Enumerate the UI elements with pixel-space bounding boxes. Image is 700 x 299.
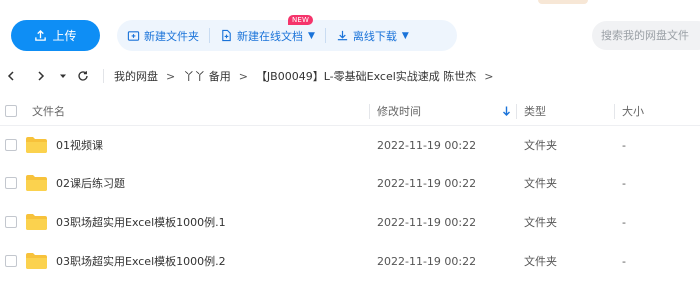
file-size: - [622, 138, 626, 152]
back-icon[interactable] [4, 66, 18, 86]
column-divider [614, 104, 615, 119]
file-type: 文件夹 [524, 255, 557, 268]
breadcrumb: 我的网盘 > 丫丫 备用 > 【JB00049】L-零基础Excel实战速成 陈… [114, 62, 501, 90]
new-doc-icon [222, 29, 231, 42]
table-row[interactable]: 03职场超实用Excel模板1000例.1 2022-11-19 00:22 文… [0, 203, 700, 241]
file-name[interactable]: 02课后练习题 [56, 164, 125, 202]
file-size: - [622, 254, 626, 268]
file-size: - [622, 215, 626, 229]
upload-button[interactable]: 上传 [11, 20, 100, 51]
file-mtime: 2022-11-19 00:22 [377, 254, 477, 268]
file-size: - [622, 176, 626, 190]
folder-icon [26, 137, 47, 153]
file-type: 文件夹 [524, 216, 557, 229]
chevron-down-icon: ▼ [401, 30, 409, 41]
new-online-doc-label: 新建在线文档 [237, 29, 303, 43]
forward-icon[interactable] [34, 66, 48, 86]
offline-download-icon [337, 30, 348, 41]
new-folder-button[interactable]: 新建文件夹 [117, 20, 209, 51]
table-row[interactable]: 03职场超实用Excel模板1000例.2 2022-11-19 00:22 文… [0, 242, 700, 280]
column-header-size[interactable]: 大小 [622, 96, 644, 126]
folder-icon [26, 214, 47, 230]
breadcrumb-divider [103, 69, 104, 83]
select-all-checkbox[interactable] [5, 105, 17, 117]
breadcrumb-separator: > [238, 69, 248, 83]
column-divider [516, 104, 517, 119]
file-mtime: 2022-11-19 00:22 [377, 138, 477, 152]
upload-label: 上传 [52, 29, 77, 43]
column-header-name[interactable]: 文件名 [32, 96, 65, 126]
breadcrumb-separator: > [166, 69, 176, 83]
toolbar: 上传 新建文件夹 新建在线文档 ▼ NEW 离线下载 ▼ 搜索我的网盘文件 [0, 0, 700, 62]
action-group: 新建文件夹 新建在线文档 ▼ NEW 离线下载 ▼ [117, 15, 457, 51]
breadcrumb-item-current-folder[interactable]: 【JB00049】L-零基础Excel实战速成 陈世杰 [256, 68, 476, 84]
folder-icon [26, 253, 47, 269]
table-header: 文件名 修改时间 类型 大小 [0, 96, 700, 126]
row-checkbox[interactable] [5, 255, 17, 267]
top-decoration [538, 0, 588, 4]
upload-icon [35, 29, 47, 41]
offline-download-button[interactable]: 离线下载 ▼ [326, 20, 419, 51]
column-header-mtime[interactable]: 修改时间 [377, 96, 421, 126]
file-type: 文件夹 [524, 139, 557, 152]
file-type: 文件夹 [524, 177, 557, 190]
file-mtime: 2022-11-19 00:22 [377, 215, 477, 229]
column-header-type[interactable]: 类型 [524, 96, 546, 126]
row-checkbox[interactable] [5, 177, 17, 189]
column-divider [369, 104, 370, 119]
row-checkbox[interactable] [5, 216, 17, 228]
table-row[interactable]: 01视频课 2022-11-19 00:22 文件夹 - [0, 126, 700, 164]
sort-descending-icon[interactable] [501, 105, 512, 117]
breadcrumb-separator: > [484, 69, 494, 83]
new-folder-label: 新建文件夹 [144, 29, 199, 43]
offline-download-label: 离线下载 [352, 29, 397, 43]
search-input[interactable] [592, 21, 700, 50]
file-manager-page: 上传 新建文件夹 新建在线文档 ▼ NEW 离线下载 ▼ 搜索我的网盘文件 我的… [0, 0, 700, 299]
breadcrumb-item-backup[interactable]: 丫丫 备用 [183, 68, 231, 84]
breadcrumb-item-my-drive[interactable]: 我的网盘 [114, 68, 158, 84]
folder-icon [26, 175, 47, 191]
history-dropdown-icon[interactable] [58, 66, 68, 86]
new-badge: NEW [288, 15, 314, 25]
new-online-doc-button[interactable]: 新建在线文档 ▼ NEW [210, 15, 325, 51]
file-name[interactable]: 01视频课 [56, 126, 103, 164]
chevron-down-icon: ▼ [308, 30, 315, 41]
file-mtime: 2022-11-19 00:22 [377, 176, 477, 190]
refresh-icon[interactable] [76, 66, 90, 86]
new-folder-icon [127, 31, 140, 41]
row-checkbox[interactable] [5, 139, 17, 151]
file-name[interactable]: 03职场超实用Excel模板1000例.1 [56, 203, 226, 241]
table-row[interactable]: 02课后练习题 2022-11-19 00:22 文件夹 - [0, 164, 700, 202]
file-name[interactable]: 03职场超实用Excel模板1000例.2 [56, 242, 226, 280]
